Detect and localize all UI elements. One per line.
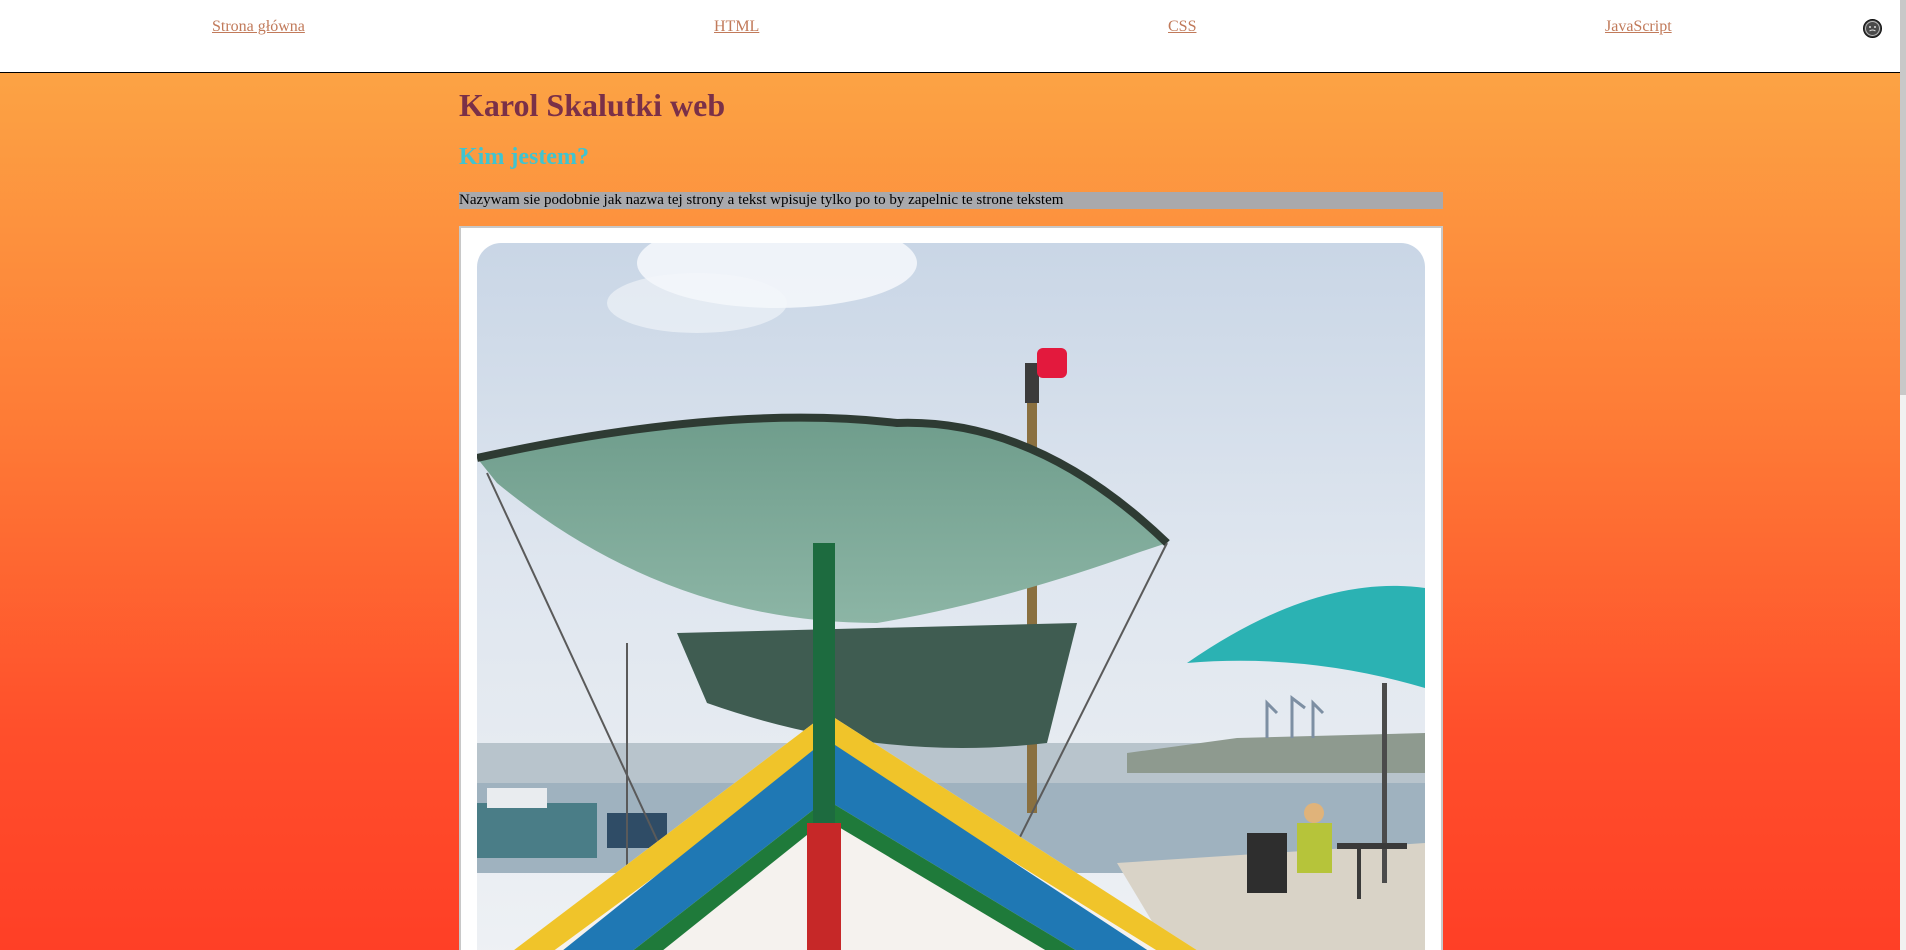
site-title: Karol Skalutki web xyxy=(459,87,726,123)
boat-photo xyxy=(477,243,1425,950)
about-text: Nazywam sie podobnie jak nazwa tej stron… xyxy=(459,192,1443,209)
top-navigation: Strona główna HTML CSS JavaScript xyxy=(0,0,1906,73)
scrollbar[interactable] xyxy=(1900,0,1906,950)
about-heading: Kim jestem? xyxy=(459,144,589,170)
scrollbar-thumb[interactable] xyxy=(1900,0,1906,395)
dark-mode-icon[interactable] xyxy=(1863,19,1882,38)
photo-frame xyxy=(459,226,1443,950)
nav-link-css[interactable]: CSS xyxy=(1168,18,1196,36)
nav-link-home[interactable]: Strona główna xyxy=(212,18,305,36)
nav-link-html[interactable]: HTML xyxy=(714,18,759,36)
nav-link-javascript[interactable]: JavaScript xyxy=(1605,18,1672,36)
